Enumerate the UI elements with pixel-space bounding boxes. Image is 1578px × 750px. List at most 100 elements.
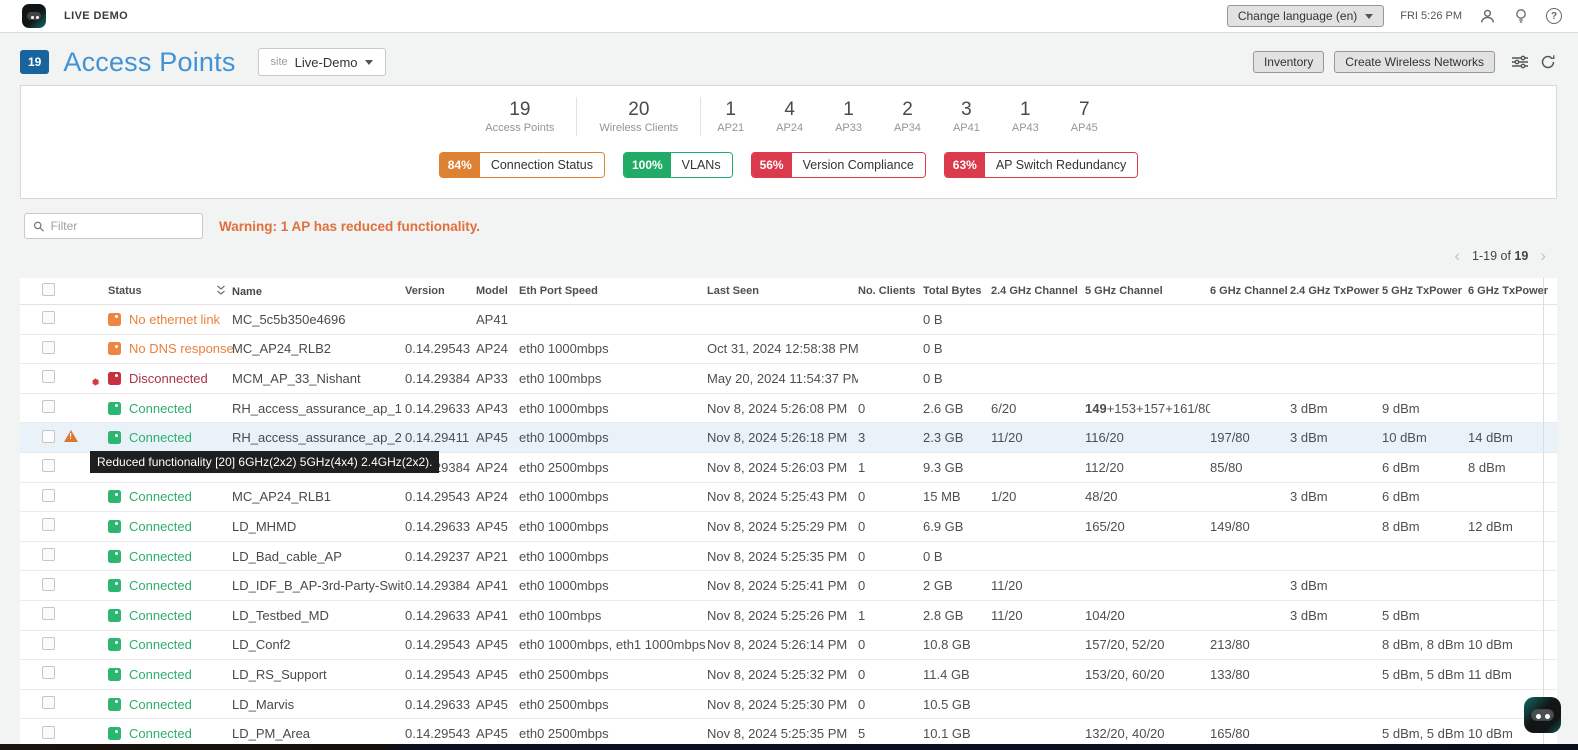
row-checkbox[interactable] <box>42 726 55 739</box>
ap-clients: 0 <box>858 549 923 564</box>
column-no-clients[interactable]: No. Clients <box>858 285 923 297</box>
ap-last-seen: Nov 8, 2024 5:25:29 PM <box>707 519 858 534</box>
row-checkbox[interactable] <box>42 430 55 443</box>
row-checkbox[interactable] <box>42 489 55 502</box>
ap-name[interactable]: RH_access_assurance_ap_1 <box>232 401 405 416</box>
column-version[interactable]: Version <box>405 285 476 297</box>
stat-item-ap34[interactable]: 2 AP34 <box>878 97 937 136</box>
ap-name[interactable]: LD_MHMD <box>232 519 405 534</box>
table-row[interactable]: ✹ Connected LD_RS_Support 0.14.29543 AP4… <box>20 660 1557 690</box>
column-5ghz-channel[interactable]: 5 GHz Channel <box>1085 285 1210 297</box>
table-row[interactable]: ✹ No ethernet link MC_5c5b350e4696 AP41 … <box>20 305 1557 335</box>
stat-item-ap21[interactable]: 1 AP21 <box>700 97 760 136</box>
ap-name[interactable]: LD_Marvis <box>232 697 405 712</box>
ap-name[interactable]: MC_AP24_RLB2 <box>232 341 405 356</box>
ap-24ghz-channel: 11/20 <box>991 430 1085 445</box>
stat-item-ap24[interactable]: 4 AP24 <box>760 97 819 136</box>
refresh-icon[interactable] <box>1539 53 1557 71</box>
ap-name[interactable]: LD_Testbed_MD <box>232 608 405 623</box>
stat-item-wireless-clients[interactable]: 20 Wireless Clients <box>576 97 700 136</box>
table-row[interactable]: ✹ Disconnected MCM_AP_33_Nishant 0.14.29… <box>20 364 1557 394</box>
column-24ghz-txpower[interactable]: 2.4 GHz TxPower <box>1290 285 1382 297</box>
stat-item-ap33[interactable]: 1 AP33 <box>819 97 878 136</box>
row-checkbox[interactable] <box>42 518 55 531</box>
row-checkbox[interactable] <box>42 578 55 591</box>
column-name[interactable]: Name <box>216 285 405 298</box>
stat-item-ap45[interactable]: 7 AP45 <box>1055 97 1114 136</box>
stat-item-access-points[interactable]: 19 Access Points <box>463 97 576 136</box>
ap-name[interactable]: LD_Bad_cable_AP <box>232 549 405 564</box>
row-checkbox[interactable] <box>42 548 55 561</box>
site-value: Live-Demo <box>295 55 358 70</box>
stat-item-ap43[interactable]: 1 AP43 <box>996 97 1055 136</box>
inventory-button[interactable]: Inventory <box>1253 51 1324 73</box>
compliance-pill-version-compliance[interactable]: 56% Version Compliance <box>751 152 926 178</box>
mist-logo-icon[interactable] <box>22 4 46 28</box>
user-icon[interactable] <box>1478 7 1496 25</box>
ap-last-seen: Nov 8, 2024 5:26:08 PM <box>707 401 858 416</box>
filter-input[interactable] <box>51 219 194 233</box>
site-selector[interactable]: site Live-Demo <box>258 48 386 76</box>
table-body: ✹ No ethernet link MC_5c5b350e4696 AP41 … <box>20 305 1557 749</box>
table-settings-icon[interactable] <box>1511 53 1529 71</box>
row-checkbox[interactable] <box>42 666 55 679</box>
table-row[interactable]: ✹ Connected MC_AP24_RLB1 0.14.29543 AP24… <box>20 483 1557 513</box>
ap-5ghz-txpower: 6 dBm <box>1382 489 1468 504</box>
row-checkbox[interactable] <box>42 341 55 354</box>
row-checkbox[interactable] <box>42 370 55 383</box>
stat-item-ap41[interactable]: 3 AP41 <box>937 97 996 136</box>
column-6ghz-channel[interactable]: 6 GHz Channel <box>1210 285 1290 297</box>
column-status[interactable]: Status <box>88 285 232 297</box>
ap-5ghz-channel: 104/20 <box>1085 608 1210 623</box>
row-checkbox[interactable] <box>42 607 55 620</box>
column-total-bytes[interactable]: Total Bytes <box>923 285 991 297</box>
table-row[interactable]: ✹ Connected RH_access_assurance_ap_2 0.1… <box>20 423 1557 453</box>
table-row[interactable]: ✹ No DNS response MC_AP24_RLB2 0.14.2954… <box>20 335 1557 365</box>
row-checkbox[interactable] <box>42 637 55 650</box>
column-eth-port-speed[interactable]: Eth Port Speed <box>519 285 707 297</box>
ap-name[interactable]: LD_IDF_B_AP-3rd-Party-Switch <box>232 578 405 593</box>
table-row[interactable]: ✹ Connected LD_MHMD 0.14.29633 AP45 eth0… <box>20 512 1557 542</box>
row-checkbox[interactable] <box>42 400 55 413</box>
ap-status-icon <box>108 313 121 326</box>
page-prev-icon[interactable]: ‹ <box>1452 247 1462 264</box>
status-cell: ✹ Connected <box>88 637 232 652</box>
table-row[interactable]: ✹ Connected RH_access_assurance_ap_1 0.1… <box>20 394 1557 424</box>
ap-name[interactable]: LD_PM_Area <box>232 726 405 741</box>
compliance-percent: 100% <box>624 153 671 177</box>
column-5ghz-txpower[interactable]: 5 GHz TxPower <box>1382 285 1468 297</box>
filter-field[interactable] <box>24 213 203 239</box>
mist-ai-chat-widget[interactable] <box>1524 697 1561 733</box>
ap-name[interactable]: MCM_AP_33_Nishant <box>232 371 405 386</box>
bulb-icon[interactable] <box>1512 7 1530 25</box>
row-checkbox[interactable] <box>42 696 55 709</box>
table-row[interactable]: ✹ Connected LD_Conf2 0.14.29543 AP45 eth… <box>20 631 1557 661</box>
ap-name[interactable]: MC_AP24_RLB1 <box>232 489 405 504</box>
create-wireless-networks-button[interactable]: Create Wireless Networks <box>1334 51 1495 73</box>
page-next-icon[interactable]: › <box>1538 247 1548 264</box>
compliance-pill-vlans[interactable]: 100% VLANs <box>623 152 733 178</box>
ap-name[interactable]: RH_access_assurance_ap_2 <box>232 430 405 445</box>
column-24ghz-channel[interactable]: 2.4 GHz Channel <box>991 285 1085 297</box>
row-checkbox[interactable] <box>42 311 55 324</box>
ap-name[interactable]: LD_RS_Support <box>232 667 405 682</box>
change-language-button[interactable]: Change language (en) <box>1227 5 1384 27</box>
table-row[interactable]: ✹ Connected LD_IDF_B_AP-3rd-Party-Switch… <box>20 571 1557 601</box>
stat-label: AP45 <box>1071 122 1098 134</box>
select-all-checkbox[interactable] <box>42 283 55 296</box>
ap-version: 0.14.29543 <box>405 667 476 682</box>
status-cell: ✹ No ethernet link <box>88 312 232 327</box>
column-model[interactable]: Model <box>476 285 519 297</box>
ap-name[interactable]: LD_Conf2 <box>232 637 405 652</box>
ap-name[interactable]: MC_5c5b350e4696 <box>232 312 405 327</box>
table-row[interactable]: ✹ Connected LD_Marvis 0.14.29633 AP45 et… <box>20 690 1557 720</box>
status-cell: ✹ Connected <box>88 667 232 682</box>
compliance-pill-ap-switch-redundancy[interactable]: 63% AP Switch Redundancy <box>944 152 1138 178</box>
compliance-pill-connection-status[interactable]: 84% Connection Status <box>439 152 605 178</box>
status-text: Connected <box>129 637 192 652</box>
column-last-seen[interactable]: Last Seen <box>707 285 858 297</box>
table-row[interactable]: ✹ Connected LD_Testbed_MD 0.14.29633 AP4… <box>20 601 1557 631</box>
help-icon[interactable]: ? <box>1546 8 1562 24</box>
row-checkbox[interactable] <box>42 459 55 472</box>
table-row[interactable]: ✹ Connected LD_Bad_cable_AP 0.14.29237 A… <box>20 542 1557 572</box>
